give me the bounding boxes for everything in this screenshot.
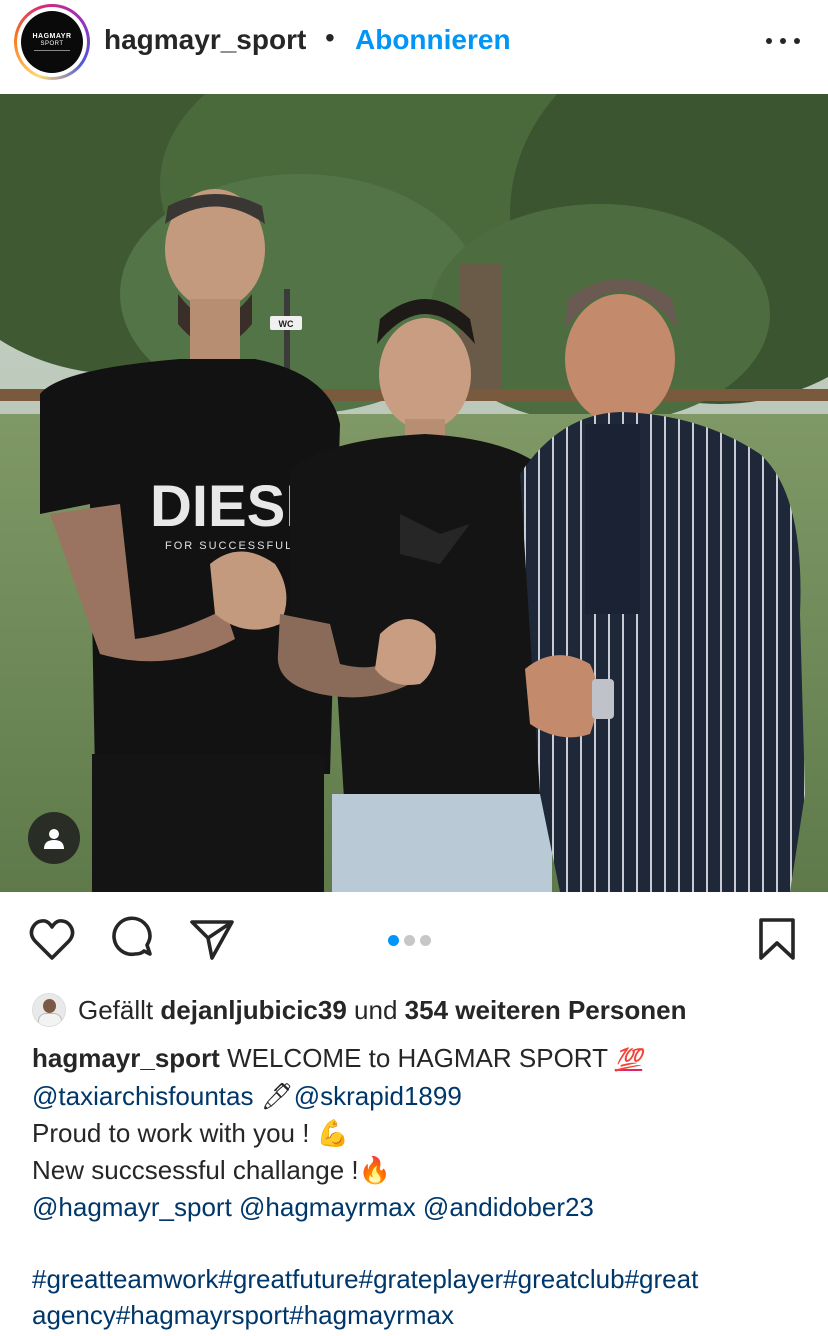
caption-text: New succsessful challange ! — [32, 1155, 359, 1185]
avatar-logo-bottom: SPORT — [40, 41, 64, 47]
caption-line-3: Proud to work with you ! 💪 — [32, 1115, 812, 1152]
avatar-logo-top: HAGMAYR — [32, 33, 72, 40]
more-horizontal-icon[interactable] — [766, 26, 800, 56]
liker-username[interactable]: dejanljubicic39 — [160, 995, 346, 1026]
share-icon[interactable] — [188, 916, 236, 967]
avatar-logo-line — [34, 50, 70, 51]
post-header: HAGMAYR SPORT hagmayr_sport • Abonnieren — [0, 0, 828, 84]
caption-author[interactable]: hagmayr_sport — [32, 1043, 220, 1073]
caption-text: Proud to work with you ! — [32, 1118, 310, 1148]
post-actions — [0, 892, 828, 988]
hundred-emoji: 💯 — [614, 1047, 643, 1072]
photo-shirt-subtext: FOR SUCCESSFUL L — [165, 540, 306, 552]
muscle-emoji: 💪 — [316, 1119, 350, 1149]
pen-emoji: 🖊 — [260, 1082, 294, 1112]
hashtags-line-2[interactable]: agency#hagmayrsport#hagmayrmax — [32, 1297, 812, 1333]
post-image[interactable]: WC DIESEL FOR SUCCESSFUL L — [0, 94, 828, 892]
comment-icon[interactable] — [108, 916, 156, 967]
person-icon — [44, 829, 64, 849]
header-username[interactable]: hagmayr_sport — [104, 24, 306, 56]
likes-prefix: Gefällt — [78, 994, 154, 1025]
carousel-dot — [404, 935, 415, 946]
likes-summary[interactable]: Gefällt dejanljubicic39 und 354 weiteren… — [32, 990, 686, 1030]
carousel-indicator — [388, 935, 431, 946]
caption-mentions[interactable]: @hagmayr_sport @hagmayrmax @andidober23 — [32, 1189, 812, 1225]
story-ring[interactable]: HAGMAYR SPORT — [14, 4, 90, 80]
likes-others[interactable]: 354 weiteren Personen — [405, 995, 687, 1026]
heart-icon[interactable] — [28, 916, 76, 967]
profile-avatar[interactable]: HAGMAYR SPORT — [21, 11, 83, 73]
carousel-dot — [420, 935, 431, 946]
caption-line-2: @taxiarchisfountas 🖊@skrapid1899 — [32, 1078, 812, 1115]
liker-avatar[interactable] — [32, 993, 66, 1027]
photo-sign-text: WC — [279, 319, 294, 329]
caption-headline: WELCOME to HAGMAR SPORT — [227, 1043, 608, 1073]
mention-link[interactable]: @skrapid1899 — [294, 1081, 462, 1111]
header-separator: • — [325, 22, 335, 53]
carousel-dot-active — [388, 935, 399, 946]
fire-emoji: 🔥 — [358, 1156, 391, 1186]
caption-line-4: New succsessful challange !🔥 — [32, 1152, 812, 1189]
mention-link[interactable]: @taxiarchisfountas — [32, 1081, 254, 1111]
bookmark-icon[interactable] — [756, 916, 798, 967]
caption-line-1: hagmayr_sport WELCOME to HAGMAR SPORT 💯 — [32, 1040, 812, 1078]
follow-button[interactable]: Abonnieren — [355, 24, 511, 56]
post-caption: hagmayr_sport WELCOME to HAGMAR SPORT 💯 … — [32, 1040, 812, 1333]
user-tag-button[interactable] — [28, 812, 80, 864]
hashtags-line-1[interactable]: #greatteamwork#greatfuture#grateplayer#g… — [32, 1261, 812, 1297]
likes-connector: und — [354, 994, 398, 1025]
post-photo-illustration: WC DIESEL FOR SUCCESSFUL L — [0, 94, 828, 892]
